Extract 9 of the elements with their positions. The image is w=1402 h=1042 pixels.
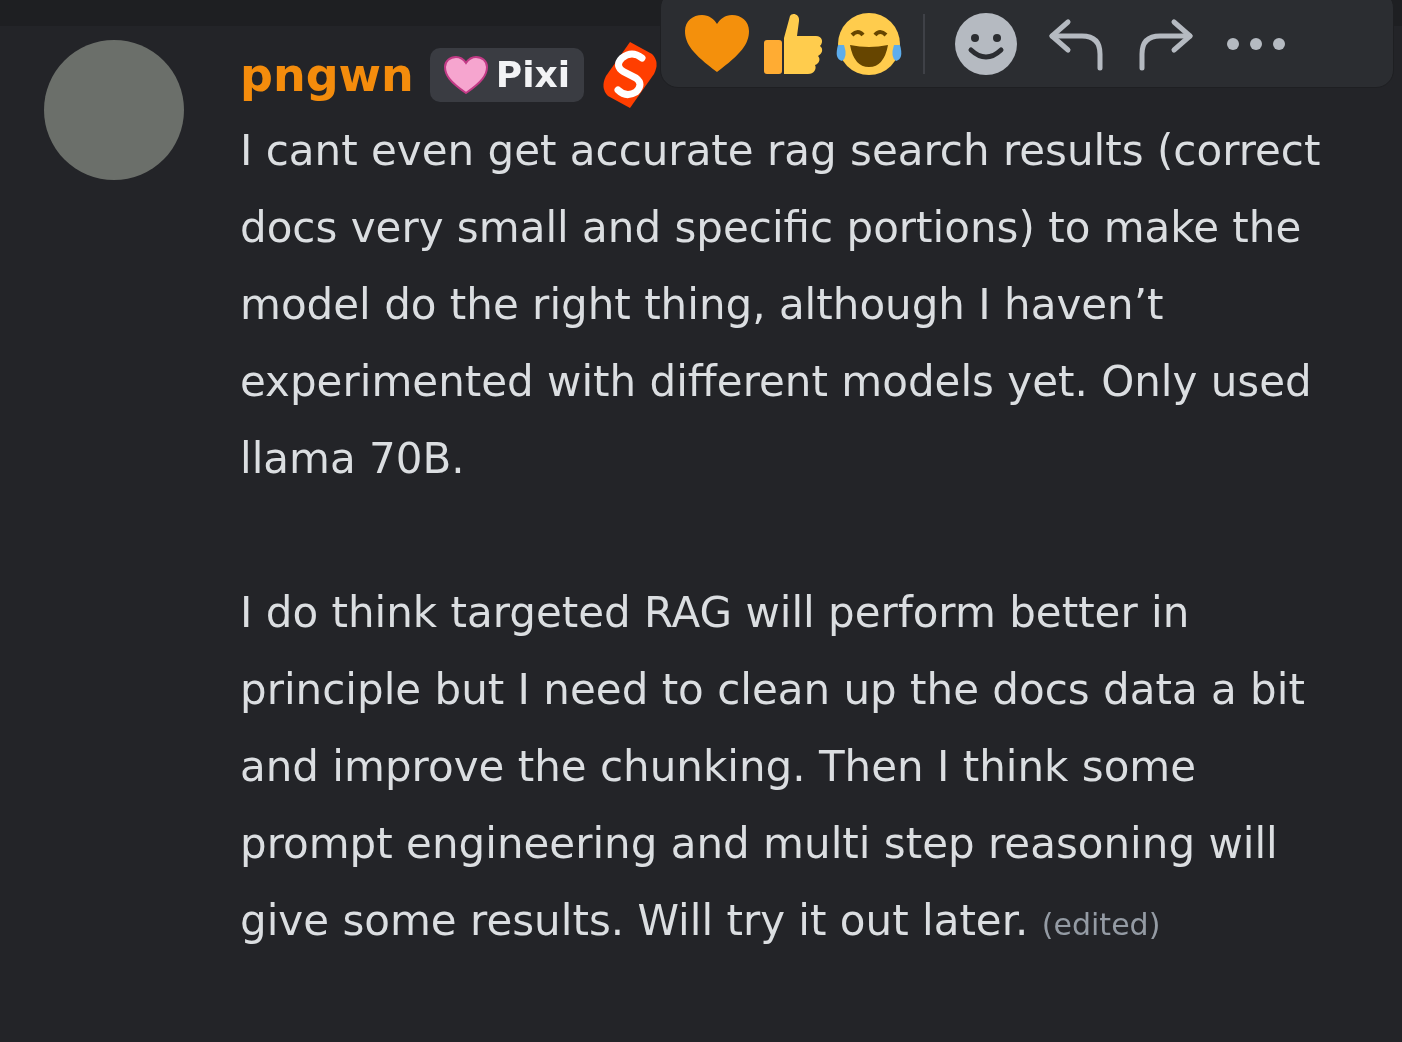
edited-label: (edited) [1041,907,1161,942]
heart-icon [443,56,488,94]
more-dots-icon [1226,37,1286,51]
message-text: I cant even get accurate rag search results (correct docs very small and specific portions) to make the model do the right thing, although I haven’t experimented with different models yet. Only used llama 70B. [240,125,1322,485]
role-badge[interactable]: Pixi [429,48,585,102]
heart-icon [683,14,751,74]
message-text: I do think targeted RAG will perform better in principle but I need to clean up the docs data a bit and improve the chunking. Then I think some prompt engineering and multi step reasoning will give some results. Will try it out later. (edited) [240,587,1306,947]
laughing-face-icon [834,11,904,77]
smiley-icon [953,12,1019,76]
